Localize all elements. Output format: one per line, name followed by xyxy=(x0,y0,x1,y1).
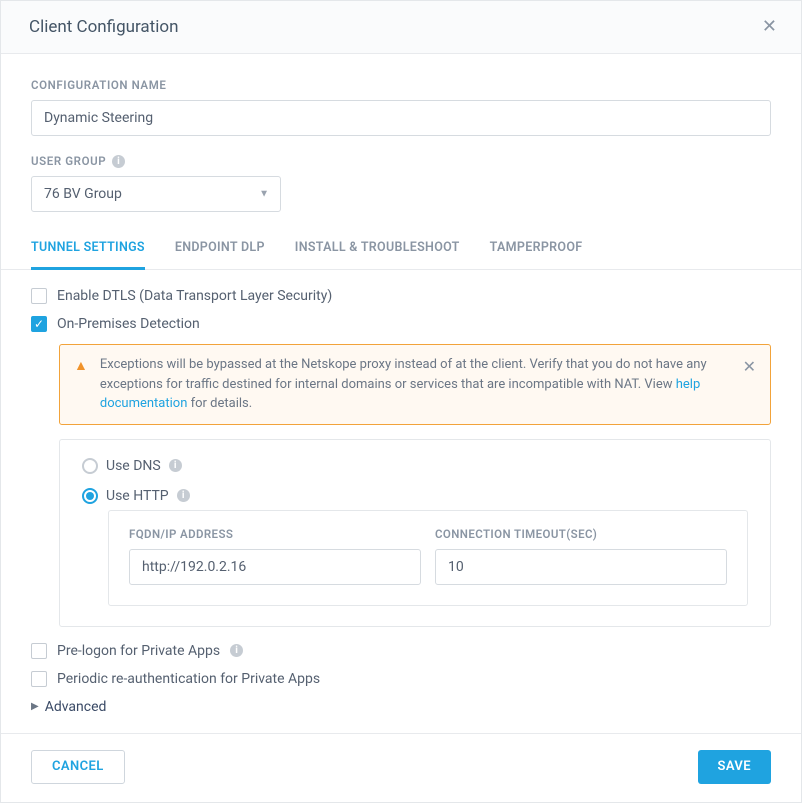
alert-text: Exceptions will be bypassed at the Netsk… xyxy=(100,355,731,414)
user-group-select[interactable]: 76 BV Group xyxy=(31,176,281,212)
caret-right-icon: ▶ xyxy=(31,701,39,712)
timeout-field: CONNECTION TIMEOUT(SEC) xyxy=(435,527,727,585)
cancel-button[interactable]: CANCEL xyxy=(31,750,125,784)
modal-body: CONFIGURATION NAME USER GROUP i 76 BV Gr… xyxy=(1,54,801,733)
http-subform: FQDN/IP ADDRESS CONNECTION TIMEOUT(SEC) xyxy=(108,510,748,606)
tab-tamperproof[interactable]: TAMPERPROOF xyxy=(490,230,583,270)
on-prem-checkbox[interactable] xyxy=(31,316,47,332)
modal-header: Client Configuration ✕ xyxy=(1,1,801,54)
pre-logon-checkbox[interactable] xyxy=(31,643,47,659)
warning-icon: ▲ xyxy=(74,356,88,377)
periodic-reauth-row[interactable]: Periodic re-authentication for Private A… xyxy=(31,671,771,687)
on-prem-row[interactable]: On-Premises Detection xyxy=(31,316,771,332)
client-config-modal: Client Configuration ✕ CONFIGURATION NAM… xyxy=(0,0,802,803)
fqdn-input[interactable] xyxy=(129,549,421,585)
fqdn-field: FQDN/IP ADDRESS xyxy=(129,527,421,585)
use-http-radio[interactable] xyxy=(82,488,98,504)
warning-alert: ▲ Exceptions will be bypassed at the Net… xyxy=(59,344,771,425)
tab-tunnel-settings[interactable]: TUNNEL SETTINGS xyxy=(31,230,145,270)
enable-dtls-checkbox[interactable] xyxy=(31,288,47,304)
user-group-label: USER GROUP i xyxy=(31,154,771,168)
advanced-toggle[interactable]: ▶ Advanced xyxy=(31,699,771,715)
pre-logon-label: Pre-logon for Private Apps xyxy=(57,643,220,659)
on-prem-label: On-Premises Detection xyxy=(57,316,200,332)
use-http-label: Use HTTP xyxy=(106,488,169,504)
timeout-label: CONNECTION TIMEOUT(SEC) xyxy=(435,527,727,541)
info-icon: i xyxy=(177,489,190,502)
config-name-field: CONFIGURATION NAME xyxy=(31,78,771,136)
save-button[interactable]: SAVE xyxy=(698,750,771,784)
tab-endpoint-dlp[interactable]: ENDPOINT DLP xyxy=(175,230,265,270)
use-dns-radio[interactable] xyxy=(82,458,98,474)
periodic-reauth-checkbox[interactable] xyxy=(31,671,47,687)
enable-dtls-row[interactable]: Enable DTLS (Data Transport Layer Securi… xyxy=(31,288,771,304)
fqdn-label: FQDN/IP ADDRESS xyxy=(129,527,421,541)
use-dns-label: Use DNS xyxy=(106,458,161,474)
tab-install-troubleshoot[interactable]: INSTALL & TROUBLESHOOT xyxy=(295,230,460,270)
modal-footer: CANCEL SAVE xyxy=(1,733,801,802)
timeout-input[interactable] xyxy=(435,549,727,585)
info-icon: i xyxy=(112,155,125,168)
user-group-label-text: USER GROUP xyxy=(31,154,106,168)
modal-title: Client Configuration xyxy=(29,17,178,37)
enable-dtls-label: Enable DTLS (Data Transport Layer Securi… xyxy=(57,288,332,304)
advanced-label: Advanced xyxy=(45,699,107,715)
periodic-reauth-label: Periodic re-authentication for Private A… xyxy=(57,671,320,687)
pre-logon-row[interactable]: Pre-logon for Private Apps i xyxy=(31,643,771,659)
close-icon[interactable]: ✕ xyxy=(762,18,777,36)
info-icon: i xyxy=(230,644,243,657)
config-name-input[interactable] xyxy=(31,100,771,136)
tabs: TUNNEL SETTINGS ENDPOINT DLP INSTALL & T… xyxy=(1,230,801,270)
use-dns-radio-row[interactable]: Use DNS i xyxy=(82,458,748,474)
info-icon: i xyxy=(169,459,182,472)
detection-panel: Use DNS i Use HTTP i FQDN/IP ADDRESS CON… xyxy=(59,439,771,627)
config-name-label: CONFIGURATION NAME xyxy=(31,78,771,92)
user-group-field: USER GROUP i 76 BV Group ▼ xyxy=(31,154,771,212)
alert-close-icon[interactable]: ✕ xyxy=(743,355,756,379)
use-http-radio-row[interactable]: Use HTTP i xyxy=(82,488,748,504)
